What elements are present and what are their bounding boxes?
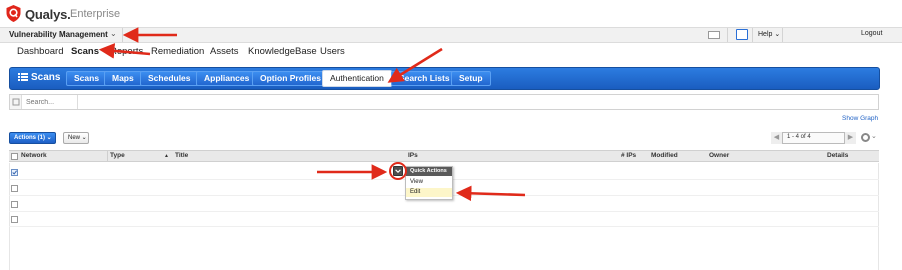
- column-num-ips[interactable]: # IPs: [621, 152, 636, 159]
- logout-link[interactable]: Logout: [861, 30, 882, 37]
- nav-remediation[interactable]: Remediation: [151, 46, 204, 57]
- nav-users[interactable]: Users: [320, 46, 345, 57]
- column-network[interactable]: Network: [21, 152, 47, 159]
- qualys-logo-icon: [6, 5, 21, 22]
- tab-schedules[interactable]: Schedules: [140, 71, 199, 86]
- tab-option-profiles[interactable]: Option Profiles: [252, 71, 329, 86]
- nav-dashboard[interactable]: Dashboard: [17, 46, 63, 57]
- tab-appliances[interactable]: Appliances: [196, 71, 258, 86]
- gear-icon[interactable]: [861, 133, 870, 142]
- chevron-down-icon[interactable]: ⌄: [110, 29, 117, 38]
- column-owner[interactable]: Owner: [709, 152, 729, 159]
- tab-search-lists[interactable]: Search Lists: [391, 71, 458, 86]
- nav-reports[interactable]: Reports: [110, 46, 143, 57]
- tab-setup[interactable]: Setup: [451, 71, 491, 86]
- quick-actions-header: Quick Actions: [406, 167, 452, 176]
- column-type[interactable]: Type: [110, 152, 125, 159]
- row-divider: [9, 211, 879, 212]
- row-divider: [9, 226, 879, 227]
- search-bar: [9, 94, 879, 110]
- next-page-icon[interactable]: ▶: [844, 132, 856, 144]
- divider: [122, 28, 123, 42]
- checkmark-icon: [12, 170, 17, 175]
- column-modified[interactable]: Modified: [651, 152, 678, 159]
- tab-authentication[interactable]: Authentication: [322, 70, 392, 87]
- divider: [782, 28, 783, 42]
- previous-page-icon[interactable]: ◀: [771, 132, 783, 144]
- actions-button[interactable]: Actions (1) ⌄: [9, 132, 56, 144]
- new-button[interactable]: New ⌄: [63, 132, 89, 144]
- row-checkbox-checked[interactable]: [11, 169, 18, 176]
- row-checkbox[interactable]: [11, 201, 18, 208]
- nav-assets[interactable]: Assets: [210, 46, 239, 57]
- filter-icon: [12, 98, 20, 106]
- top-header: [0, 0, 902, 27]
- nav-knowledgebase[interactable]: KnowledgeBase: [248, 46, 317, 57]
- chevron-down-icon[interactable]: ⌄: [871, 132, 877, 140]
- row-checkbox[interactable]: [11, 185, 18, 192]
- column-separator: [107, 151, 108, 161]
- annotation-circle: [389, 162, 407, 180]
- sort-asc-icon[interactable]: ▲: [164, 153, 169, 159]
- tab-scans[interactable]: Scans: [66, 71, 108, 86]
- calendar-icon[interactable]: [736, 29, 748, 40]
- search-options-button[interactable]: [10, 95, 22, 109]
- divider: [727, 28, 728, 42]
- brand-edition: Enterprise: [70, 8, 121, 20]
- new-label: New: [68, 135, 81, 141]
- module-select-label[interactable]: Vulnerability Management: [9, 30, 108, 39]
- divider: [752, 28, 753, 42]
- help-label: Help: [758, 31, 773, 38]
- show-graph-link[interactable]: Show Graph: [842, 115, 878, 122]
- section-title: Scans: [31, 72, 61, 83]
- select-all-checkbox[interactable]: [11, 153, 18, 160]
- brand-name: Qualys.: [25, 7, 71, 22]
- mail-icon[interactable]: [708, 31, 720, 39]
- table-header: [9, 150, 879, 162]
- search-input[interactable]: [26, 95, 78, 109]
- column-title[interactable]: Title: [175, 152, 188, 159]
- menu-item-edit[interactable]: Edit: [406, 188, 452, 197]
- column-ips[interactable]: IPs: [408, 152, 418, 159]
- column-details[interactable]: Details: [827, 152, 848, 159]
- nav-scans[interactable]: Scans: [71, 46, 99, 57]
- row-checkbox[interactable]: [11, 216, 18, 223]
- menu-item-view[interactable]: View: [406, 178, 452, 187]
- pager-range: 1 - 4 of 4: [787, 134, 811, 140]
- actions-label: Actions (1): [14, 135, 46, 141]
- tab-maps[interactable]: Maps: [104, 71, 142, 86]
- help-menu[interactable]: Help ⌄: [758, 30, 780, 38]
- list-icon: [18, 73, 28, 81]
- screen: Qualys. Enterprise Vulnerability Managem…: [0, 0, 902, 270]
